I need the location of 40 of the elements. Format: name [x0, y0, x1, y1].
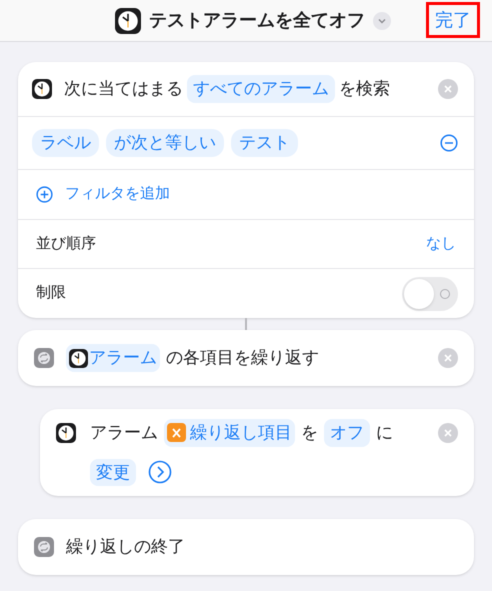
- done-button[interactable]: 完了: [426, 2, 480, 38]
- window-title: テストアラームを全てオフ: [149, 9, 365, 32]
- action-text: の各項目を繰り返す: [166, 347, 319, 370]
- parameter-token[interactable]: アラーム: [66, 344, 160, 372]
- action-text: に: [376, 422, 393, 444]
- app-icon: [115, 8, 141, 34]
- clock-icon: [69, 348, 88, 368]
- action-text: アラーム: [90, 422, 158, 444]
- action-text: を: [301, 422, 318, 444]
- limit-label: 制限: [36, 283, 66, 304]
- close-icon: [444, 85, 452, 93]
- remove-button[interactable]: [438, 423, 458, 443]
- chevron-down-icon: [378, 18, 386, 24]
- filter-token[interactable]: が次と等しい: [106, 129, 224, 157]
- variable-token[interactable]: 繰り返し項目: [164, 419, 295, 446]
- expand-chevron-icon[interactable]: [148, 460, 172, 484]
- close-icon: [444, 354, 452, 362]
- clock-icon: [56, 423, 76, 443]
- repeat-icon: [34, 348, 54, 368]
- filter-token[interactable]: テスト: [231, 129, 298, 157]
- plus-icon: [36, 186, 53, 203]
- parameter-token[interactable]: オフ: [324, 419, 370, 446]
- action-text: を検索: [339, 78, 390, 100]
- remove-button[interactable]: [438, 348, 458, 368]
- action-text: 次に当てはまる: [64, 78, 183, 100]
- filter-token[interactable]: ラベル: [32, 129, 99, 157]
- sort-label: 並び順序: [36, 234, 96, 254]
- sort-value[interactable]: なし: [426, 232, 456, 256]
- action-text: 繰り返しの終了: [66, 536, 185, 558]
- variable-icon: [167, 423, 186, 442]
- clock-icon: [32, 79, 52, 99]
- add-filter-button[interactable]: フィルタを追加: [18, 170, 474, 220]
- limit-switch[interactable]: [402, 276, 458, 310]
- repeat-icon: [34, 537, 54, 557]
- title-menu-button[interactable]: [373, 12, 391, 30]
- parameter-token[interactable]: 変更: [90, 458, 136, 486]
- close-icon: [444, 429, 452, 437]
- parameter-token[interactable]: すべてのアラーム: [187, 75, 335, 103]
- remove-filter-icon[interactable]: [440, 134, 458, 152]
- remove-button[interactable]: [438, 79, 458, 99]
